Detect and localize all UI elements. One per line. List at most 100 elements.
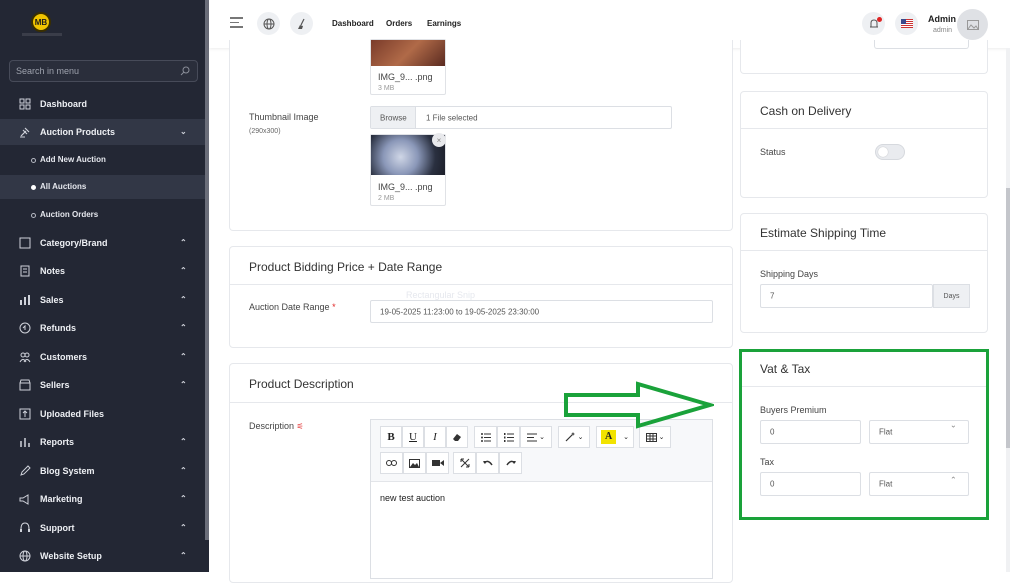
redo-button[interactable]	[499, 452, 522, 474]
avatar[interactable]	[957, 9, 988, 40]
redo-icon	[505, 460, 516, 466]
image-button[interactable]	[403, 452, 426, 474]
gallery-file-thumb[interactable]: IMG_9... .png 3 MB	[370, 39, 446, 95]
sidebar-scrollbar[interactable]	[205, 0, 209, 540]
file-name: IMG_9... .png	[378, 182, 433, 192]
divider	[741, 128, 987, 129]
search-icon	[180, 66, 190, 76]
megaphone-icon	[19, 494, 29, 505]
language-button[interactable]	[895, 12, 918, 35]
bullet-list-icon	[480, 432, 491, 442]
chevron-up-icon: ⌃	[180, 352, 187, 361]
topnav-earnings[interactable]: Earnings	[427, 19, 461, 28]
chevron-up-icon: ⌃	[180, 551, 187, 560]
remove-file-button[interactable]: ×	[432, 133, 446, 147]
sidebar-subitem-auction-orders[interactable]: Auction Orders	[0, 203, 205, 227]
cod-status-toggle[interactable]	[875, 144, 905, 160]
page-scrollbar[interactable]	[1006, 48, 1010, 572]
sidebar-item-marketing[interactable]: Marketing ⌃	[0, 486, 205, 512]
shipping-days-input[interactable]: 7	[760, 284, 933, 308]
images-card: IMG_9... .png 3 MB Thumbnail Image (290x…	[229, 39, 733, 231]
chevron-up-icon: ⌃	[180, 323, 187, 332]
sidebar-subitem-label: Add New Auction	[40, 155, 106, 164]
topnav-orders[interactable]: Orders	[386, 19, 412, 28]
page-scrollbar-thumb[interactable]	[1006, 188, 1010, 448]
align-dropdown[interactable]: ⌄	[520, 426, 552, 448]
auction-date-label-text: Auction Date Range	[249, 302, 330, 312]
thumbnail-file-input[interactable]: Browse 1 File selected	[370, 106, 672, 129]
chevron-up-icon: ⌃	[180, 523, 187, 532]
sidebar-item-label: Auction Products	[40, 127, 116, 137]
sidebar-item-label: Marketing	[40, 494, 83, 504]
sidebar-item-website-setup[interactable]: Website Setup ⌃	[0, 543, 205, 569]
cod-status-label: Status	[760, 147, 786, 157]
bidding-title: Product Bidding Price + Date Range	[249, 260, 443, 274]
sidebar-item-support[interactable]: Support ⌃	[0, 515, 205, 541]
color-picker[interactable]: A ⌄	[596, 426, 634, 448]
menu-toggle-icon[interactable]	[230, 17, 243, 29]
bullet-icon	[31, 158, 36, 163]
sidebar-item-category-brand[interactable]: Category/Brand ⌃	[0, 230, 205, 256]
globe-button[interactable]	[257, 12, 280, 35]
cod-title: Cash on Delivery	[760, 104, 852, 118]
user-name: Admin	[928, 14, 956, 24]
partial-input[interactable]	[874, 40, 969, 49]
shipping-title: Estimate Shipping Time	[760, 226, 887, 240]
sidebar-subitem-add-new-auction[interactable]: Add New Auction	[0, 148, 205, 172]
thumbnail-file-thumb[interactable]: × IMG_9... .png 2 MB	[370, 133, 446, 206]
numbered-list-icon	[503, 432, 514, 442]
notification-dot	[877, 17, 882, 22]
user-role: admin	[933, 27, 953, 34]
sidebar-item-customers[interactable]: Customers ⌃	[0, 344, 205, 370]
rich-text-editor[interactable]: B U I ⌄ ⌄ A ⌄ ⌄ new test auction	[370, 419, 713, 579]
file-name: IMG_9... .png	[378, 72, 433, 82]
sidebar-item-uploaded-files[interactable]: Uploaded Files	[0, 401, 205, 427]
store-icon	[19, 379, 31, 391]
bold-button[interactable]: B	[380, 426, 402, 448]
notifications-button[interactable]	[862, 12, 885, 35]
logo-subtext	[22, 33, 62, 36]
style-dropdown[interactable]: ⌄	[558, 426, 590, 448]
ghost-text: Rectangular Snip	[406, 290, 476, 300]
fullscreen-button[interactable]	[453, 452, 476, 474]
format-group: B U I	[380, 426, 473, 448]
sidebar-item-notes[interactable]: Notes ⌃	[0, 258, 205, 284]
sidebar: MB Dashboard Auction Products ⌄ Add New …	[0, 0, 209, 572]
sidebar-item-label: Uploaded Files	[40, 409, 105, 419]
sidebar-subitem-all-auctions[interactable]: All Auctions	[0, 175, 205, 199]
sidebar-item-label: Category/Brand	[40, 238, 108, 248]
sidebar-item-reports[interactable]: Reports ⌃	[0, 429, 205, 455]
chevron-up-icon: ⌃	[180, 266, 187, 275]
view-group	[453, 452, 522, 474]
logo[interactable]: MB	[31, 12, 51, 32]
clear-cache-button[interactable]	[290, 12, 313, 35]
eraser-button[interactable]	[446, 426, 468, 448]
video-button[interactable]	[426, 452, 449, 474]
highlight-box	[739, 349, 989, 520]
sidebar-item-sales[interactable]: Sales ⌃	[0, 287, 205, 313]
note-icon	[20, 265, 30, 277]
link-button[interactable]	[380, 452, 403, 474]
sidebar-item-blog-system[interactable]: Blog System ⌃	[0, 458, 205, 484]
chevron-down-icon: ⌄	[180, 127, 187, 136]
underline-button[interactable]: U	[402, 426, 424, 448]
auction-date-range-input[interactable]: 19-05-2025 11:23:00 to 19-05-2025 23:30:…	[370, 300, 713, 323]
browse-button[interactable]: Browse	[371, 107, 416, 128]
sidebar-search-input[interactable]	[16, 64, 176, 78]
numbered-list-button[interactable]	[497, 426, 520, 448]
table-dropdown[interactable]: ⌄	[639, 426, 671, 448]
bidding-card: Product Bidding Price + Date Range Recta…	[229, 246, 733, 348]
italic-button[interactable]: I	[424, 426, 446, 448]
topnav-dashboard[interactable]: Dashboard	[332, 19, 374, 28]
globe-icon	[19, 550, 31, 562]
editor-content[interactable]: new test auction	[380, 493, 445, 503]
sidebar-item-auction-products[interactable]: Auction Products ⌄	[0, 119, 205, 145]
bullet-list-button[interactable]	[474, 426, 497, 448]
sidebar-item-dashboard[interactable]: Dashboard	[0, 91, 205, 117]
sidebar-item-refunds[interactable]: Refunds ⌃	[0, 315, 205, 341]
bullet-icon	[31, 213, 36, 218]
undo-button[interactable]	[476, 452, 499, 474]
sidebar-item-sellers[interactable]: Sellers ⌃	[0, 372, 205, 398]
insert-group	[380, 452, 450, 474]
sidebar-search[interactable]	[9, 60, 198, 82]
